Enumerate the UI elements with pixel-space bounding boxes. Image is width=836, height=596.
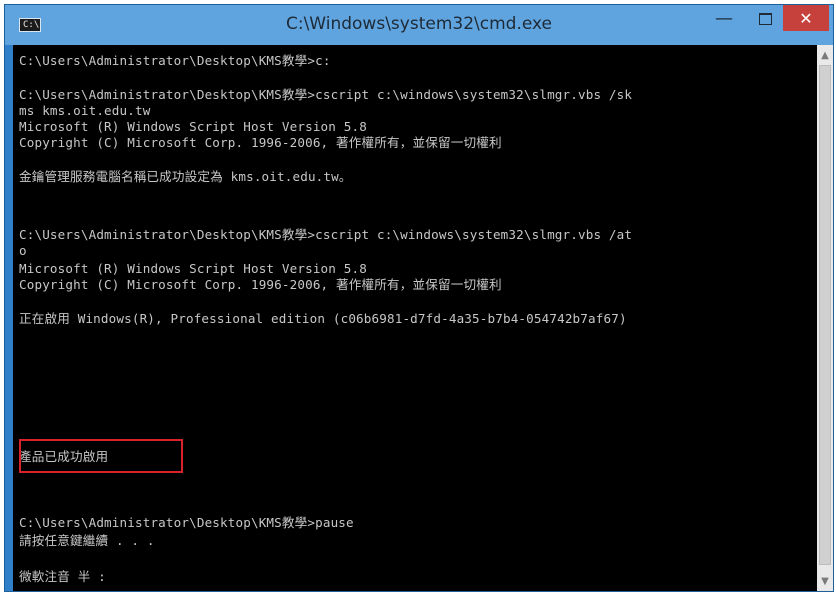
console-line: Microsoft (R) Windows Script Host Versio… xyxy=(19,119,367,134)
console-line: Microsoft (R) Windows Script Host Versio… xyxy=(19,261,367,276)
console-line: C:\Users\Administrator\Desktop\KMS教學>pau… xyxy=(19,515,354,530)
console-line: C:\Users\Administrator\Desktop\KMS教學>csc… xyxy=(19,227,633,242)
console-line: 請按任意鍵繼續 . . . xyxy=(19,533,155,548)
scroll-up-icon[interactable]: ▲ xyxy=(817,47,833,63)
console-line: 正在啟用 Windows(R), Professional edition (c… xyxy=(19,311,627,326)
scroll-down-icon[interactable]: ▼ xyxy=(817,573,833,589)
console-output[interactable]: C:\Users\Administrator\Desktop\KMS教學>c: … xyxy=(13,45,817,591)
console-line: 微軟注音 半 : xyxy=(19,569,106,584)
console-line: Copyright (C) Microsoft Corp. 1996-2006,… xyxy=(19,277,502,292)
console-line: C:\Users\Administrator\Desktop\KMS教學>csc… xyxy=(19,87,633,102)
minimize-icon: — xyxy=(715,8,733,29)
close-button[interactable]: ✕ xyxy=(783,5,829,31)
vertical-scrollbar[interactable]: ▲ ▼ xyxy=(817,45,833,591)
console-line: Copyright (C) Microsoft Corp. 1996-2006,… xyxy=(19,135,502,150)
maximize-icon xyxy=(758,13,772,25)
close-icon: ✕ xyxy=(799,8,813,28)
cmd-window: C:\ C:\Windows\system32\cmd.exe — ✕ C:\U… xyxy=(4,4,834,592)
minimize-button[interactable]: — xyxy=(705,5,743,33)
console-line: ms kms.oit.edu.tw xyxy=(19,103,151,118)
title-bar[interactable]: C:\ C:\Windows\system32\cmd.exe — ✕ xyxy=(5,5,833,45)
console-line: o xyxy=(19,243,27,258)
scroll-thumb[interactable] xyxy=(819,65,831,565)
maximize-button[interactable] xyxy=(747,5,783,33)
activation-success-highlight xyxy=(19,439,183,473)
console-line: 金鑰管理服務電腦名稱已成功設定為 kms.oit.edu.tw。 xyxy=(19,169,352,184)
console-line: C:\Users\Administrator\Desktop\KMS教學>c: xyxy=(19,53,331,68)
